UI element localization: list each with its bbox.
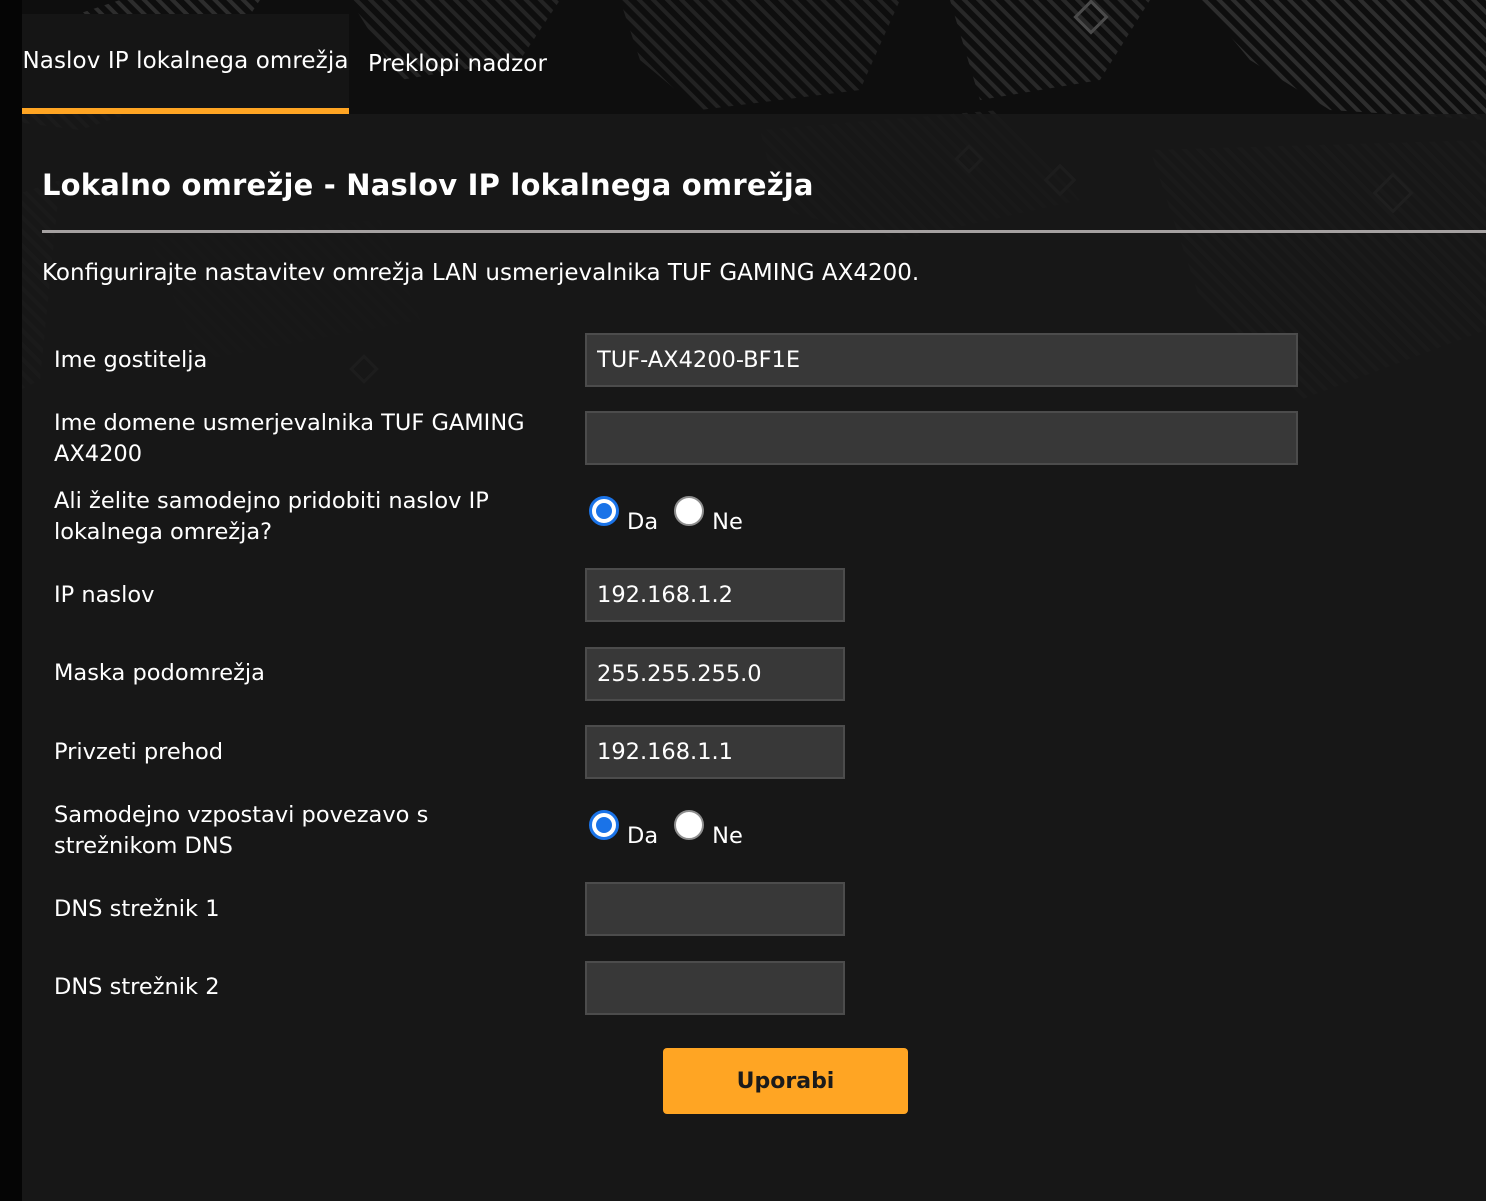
tab-lan-ip-label: Naslov IP lokalnega omrežja <box>22 48 349 74</box>
auto-ip-label: Ali želite samodejno pridobiti naslov IP… <box>54 488 489 545</box>
ip-address-input[interactable] <box>585 568 845 622</box>
dns2-input[interactable] <box>585 961 845 1015</box>
tab-switch-control[interactable]: Preklopi nadzor <box>349 14 567 114</box>
auto-dns-label: Samodejno vzpostavi povezavo s strežniko… <box>54 802 429 859</box>
auto-dns-yes-label: Da <box>627 823 659 849</box>
subnet-mask-label: Maska podomrežja <box>54 660 265 686</box>
auto-dns-radio-group: Da Ne <box>589 810 759 850</box>
auto-dns-yes-option[interactable]: Da <box>589 810 659 849</box>
title-divider <box>42 230 1486 233</box>
tab-switch-control-label: Preklopi nadzor <box>368 51 548 77</box>
page-title: Lokalno omrežje - Naslov IP lokalnega om… <box>42 168 814 202</box>
domain-name-label: Ime domene usmerjevalnika TUF GAMING AX4… <box>54 410 525 467</box>
ip-address-label: IP naslov <box>54 582 155 608</box>
auto-dns-no-label: Ne <box>712 823 743 849</box>
auto-ip-yes-option[interactable]: Da <box>589 496 659 535</box>
auto-ip-yes-label: Da <box>627 509 659 535</box>
auto-dns-yes-radio[interactable] <box>589 810 619 840</box>
tab-bar: Naslov IP lokalnega omrežja Preklopi nad… <box>22 14 567 114</box>
auto-ip-radio-group: Da Ne <box>589 496 759 536</box>
left-edge-strip <box>0 0 22 1201</box>
subnet-mask-input[interactable] <box>585 647 845 701</box>
page-description: Konfigurirajte nastavitev omrežja LAN us… <box>42 260 920 286</box>
dns1-input[interactable] <box>585 882 845 936</box>
gateway-input[interactable] <box>585 725 845 779</box>
hostname-label: Ime gostitelja <box>54 347 208 373</box>
settings-panel: Lokalno omrežje - Naslov IP lokalnega om… <box>22 114 1486 1201</box>
tab-lan-ip[interactable]: Naslov IP lokalnega omrežja <box>22 14 349 114</box>
auto-dns-no-radio[interactable] <box>674 810 705 840</box>
gateway-label: Privzeti prehod <box>54 739 224 765</box>
domain-name-input[interactable] <box>585 411 1298 465</box>
dns2-label: DNS strežnik 2 <box>54 974 220 1000</box>
auto-ip-yes-radio[interactable] <box>589 496 619 526</box>
router-settings-page: Naslov IP lokalnega omrežja Preklopi nad… <box>0 0 1486 1201</box>
auto-ip-no-label: Ne <box>712 509 743 535</box>
auto-ip-no-option[interactable]: Ne <box>674 496 743 535</box>
hostname-input[interactable] <box>585 333 1298 387</box>
auto-dns-no-option[interactable]: Ne <box>674 810 743 849</box>
dns1-label: DNS strežnik 1 <box>54 896 220 922</box>
auto-ip-no-radio[interactable] <box>674 496 705 526</box>
apply-button[interactable]: Uporabi <box>663 1048 908 1114</box>
